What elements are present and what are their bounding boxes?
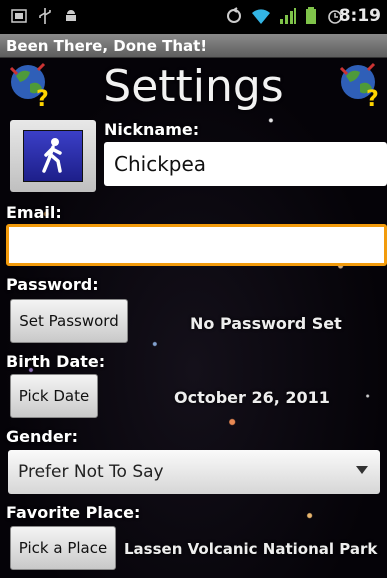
- gender-select[interactable]: Prefer Not To Say: [8, 450, 380, 494]
- favorite-place-label: Favorite Place:: [6, 503, 141, 522]
- usb-icon: [36, 7, 54, 25]
- birth-date-label: Birth Date:: [6, 352, 106, 371]
- email-field[interactable]: [6, 224, 387, 266]
- status-bar: 8:19: [0, 0, 387, 34]
- wifi-icon: [250, 7, 272, 25]
- gender-selected-value: Prefer Not To Say: [18, 462, 164, 482]
- pick-place-button[interactable]: Pick a Place: [10, 526, 116, 570]
- screen-icon: [10, 7, 28, 25]
- pick-date-button[interactable]: Pick Date: [10, 374, 98, 418]
- set-password-button[interactable]: Set Password: [10, 299, 128, 343]
- gender-label: Gender:: [6, 427, 78, 446]
- birth-date-value: October 26, 2011: [174, 388, 330, 407]
- signal-icon: [278, 7, 298, 25]
- email-label: Email:: [6, 203, 62, 222]
- avatar-button[interactable]: [10, 120, 96, 192]
- favorite-place-value: Lassen Volcanic National Park: [124, 540, 378, 558]
- status-time: 8:19: [338, 6, 381, 26]
- nickname-field[interactable]: Chickpea: [104, 142, 387, 186]
- walking-person-icon: [23, 130, 83, 182]
- app-title-bar: Been There, Done That!: [0, 34, 387, 58]
- password-label: Password:: [6, 275, 99, 294]
- android-icon: [62, 7, 80, 25]
- dropdown-arrow-icon: [356, 466, 368, 474]
- password-status: No Password Set: [190, 314, 342, 333]
- page-title: Settings: [103, 61, 284, 112]
- battery-icon: [304, 7, 318, 25]
- sync-icon: [224, 7, 244, 25]
- nickname-label: Nickname:: [104, 120, 200, 139]
